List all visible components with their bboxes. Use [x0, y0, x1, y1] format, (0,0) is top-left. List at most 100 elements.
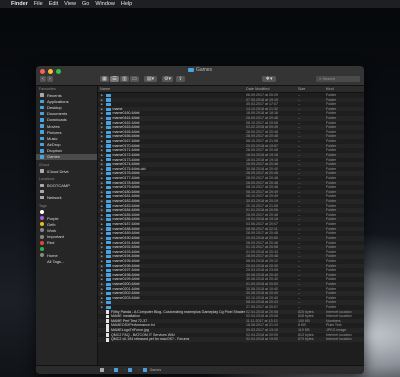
path-separator-icon: ›	[138, 368, 140, 372]
folder-icon	[106, 227, 111, 231]
folder-icon	[106, 167, 111, 171]
size-cell: 879 bytes	[298, 337, 314, 342]
folder-icon	[106, 102, 111, 107]
sidebar-item-label: Red	[47, 240, 55, 246]
folder-icon	[106, 195, 111, 199]
folder-icon	[106, 116, 111, 120]
finder-window: Games ‹ › ▦ ☰ ▥ ▭ ▤▾ ⚙▾ ⇪ ❖▾ ⌕ Search Fa…	[36, 66, 364, 374]
column-date-modified[interactable]: Date Modified	[246, 86, 298, 92]
tag-color-icon	[40, 228, 44, 233]
folder-icon	[106, 236, 111, 240]
folder-icon	[106, 255, 111, 259]
folder-icon	[106, 305, 111, 309]
name-cell: QMC2 v0.194 released yet for macOS? - Fo…	[98, 337, 246, 342]
window-title-text: Games	[195, 67, 213, 73]
folder-icon	[106, 301, 111, 305]
sidebar-item-tag[interactable]: All Tags...	[36, 258, 97, 264]
folder-icon	[106, 190, 111, 194]
folder-icon	[106, 135, 111, 139]
tag-spacer	[40, 259, 44, 263]
sidebar-item-icloud-drive[interactable]: iCloud Drive	[36, 168, 97, 174]
drive-icon	[100, 368, 104, 372]
folder-icon	[106, 213, 111, 217]
sidebar-item-network[interactable]: Network	[36, 195, 97, 201]
folder-icon	[106, 282, 111, 286]
search-placeholder: Search	[322, 76, 336, 81]
folder-icon	[106, 296, 111, 300]
path-component[interactable]: Games	[150, 368, 162, 372]
documents-icon	[40, 111, 44, 116]
sidebar-item-label: Recents	[47, 92, 62, 98]
sidebar-item-label: Applications	[47, 98, 69, 104]
folder-icon	[106, 250, 111, 254]
folder-icon	[106, 268, 111, 273]
menu-window[interactable]: Window	[95, 0, 115, 8]
folder-icon	[106, 144, 111, 148]
folder-icon	[106, 162, 111, 167]
menu-edit[interactable]: Edit	[49, 0, 58, 8]
airdrop-icon	[40, 142, 44, 147]
folder-icon	[106, 176, 111, 180]
forward-button[interactable]: ›	[47, 76, 53, 82]
group-button[interactable]: ▤▾	[144, 76, 157, 82]
applications-icon	[40, 99, 44, 104]
folder-icon	[187, 67, 194, 72]
folder-icon	[128, 368, 133, 372]
column-kind[interactable]: Kind	[326, 86, 364, 92]
clock-icon	[40, 93, 44, 97]
tag-color-icon	[40, 253, 44, 258]
folder-icon	[106, 208, 111, 213]
sidebar-item-label: Dropbox	[47, 148, 63, 154]
icon-view-button[interactable]: ▦	[100, 76, 109, 82]
sidebar-item-label: iCloud Drive	[47, 168, 69, 174]
search-field[interactable]: ⌕ Search	[316, 76, 360, 82]
tag-color-icon	[40, 216, 44, 221]
share-button[interactable]: ⇪	[176, 76, 185, 82]
column-view-button[interactable]: ▥	[120, 76, 129, 82]
sidebar-item-label: Movies	[47, 123, 60, 129]
folder-icon	[106, 199, 111, 203]
sidebar-item-label: Games	[47, 154, 60, 160]
folder-icon	[106, 218, 111, 222]
cloud-icon	[40, 169, 44, 173]
desktop-icon	[40, 105, 44, 110]
drive-icon	[40, 189, 44, 194]
globe-icon	[40, 195, 44, 200]
dropbox-icon	[40, 149, 44, 153]
tag-color-icon	[40, 222, 44, 227]
menu-view[interactable]: View	[64, 0, 76, 8]
folder-icon	[114, 368, 119, 372]
kind-cell: Internet location	[326, 337, 352, 342]
menu-file[interactable]: File	[34, 0, 43, 8]
window-title: Games	[36, 67, 364, 74]
table-row[interactable]: QMC2 v0.194 released yet for macOS? - Fo…	[98, 337, 364, 342]
menu-go[interactable]: Go	[82, 0, 89, 8]
toolbar: ‹ › ▦ ☰ ▥ ▭ ▤▾ ⚙▾ ⇪ ❖▾ ⌕ Search	[40, 76, 360, 83]
menu-finder[interactable]: Finder	[11, 0, 28, 8]
file-name: QMC2 v0.194 released yet for macOS? - Fo…	[111, 337, 190, 342]
action-button[interactable]: ⚙▾	[162, 76, 173, 82]
sidebar-item-label: Desktop	[47, 104, 62, 110]
folder-icon	[106, 130, 111, 134]
column-size[interactable]: Size	[298, 86, 326, 92]
document-icon	[106, 337, 109, 342]
list-view-button[interactable]: ☰	[110, 76, 119, 82]
sidebar-item-games[interactable]: Games	[36, 153, 97, 161]
dropbox-button[interactable]: ❖▾	[262, 76, 276, 82]
back-button[interactable]: ‹	[40, 76, 46, 82]
gallery-view-button[interactable]: ▭	[130, 76, 139, 82]
folder-icon	[106, 264, 111, 268]
menu-help[interactable]: Help	[121, 0, 132, 8]
folder-icon	[106, 241, 111, 245]
drive-icon	[40, 183, 44, 188]
downloads-icon	[40, 118, 44, 122]
folder-icon	[106, 149, 111, 153]
date-cell: 02.04.2018 at 19:50	[246, 337, 278, 342]
folder-icon	[142, 368, 147, 372]
path-separator-icon: ›	[124, 368, 126, 372]
sidebar-item-label: All Tags...	[47, 258, 65, 264]
folder-icon	[40, 155, 44, 159]
title-bar: Games ‹ › ▦ ☰ ▥ ▭ ▤▾ ⚙▾ ⇪ ❖▾ ⌕ Search	[36, 66, 364, 86]
folder-icon	[106, 153, 111, 157]
column-name[interactable]: Name	[98, 86, 246, 92]
